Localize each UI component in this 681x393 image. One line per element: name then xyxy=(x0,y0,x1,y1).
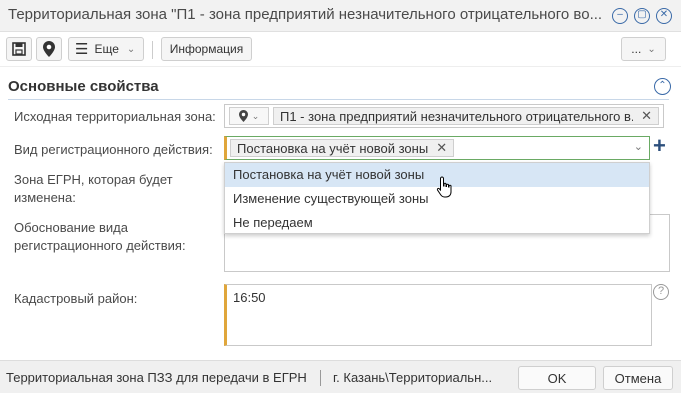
basis-label: Обоснование вида регистрационного действ… xyxy=(14,219,186,255)
window-title: Территориальная зона "П1 - зона предприя… xyxy=(8,6,603,23)
reg-action-value: Постановка на учёт новой зоны xyxy=(237,140,429,156)
chevron-down-icon[interactable]: ⌄ xyxy=(634,140,643,153)
title-bar: Территориальная зона "П1 - зона предприя… xyxy=(0,0,681,32)
cancel-button[interactable]: Отмена xyxy=(603,366,673,390)
save-button[interactable] xyxy=(6,37,32,61)
source-zone-field[interactable]: ⌄ П1 - зона предприятий незначительного … xyxy=(224,104,664,128)
cadastral-value: 16:50 xyxy=(233,290,266,305)
section-divider xyxy=(8,99,669,100)
close-icon[interactable]: ✕ xyxy=(656,8,672,24)
status-path-text: г. Казань\Территориальн... xyxy=(333,370,493,385)
map-pin-icon xyxy=(43,41,55,57)
map-location-button[interactable] xyxy=(36,37,62,61)
more-label: Еще xyxy=(94,42,119,56)
cadastral-label: Кадастровый район: xyxy=(14,291,138,306)
chevron-down-icon: ⌄ xyxy=(126,43,136,55)
basis-label-line1: Обоснование вида xyxy=(14,220,128,235)
add-icon[interactable]: + xyxy=(653,134,666,158)
egrn-zone-label: Зона ЕГРН, которая будет изменена: xyxy=(14,171,173,207)
reg-action-dropdown: Постановка на учёт новой зоны Изменение … xyxy=(224,162,650,234)
chevron-down-icon: ⌄ xyxy=(251,110,260,121)
save-icon xyxy=(12,42,26,56)
section-title: Основные свойства xyxy=(8,78,159,95)
reg-action-field[interactable]: Постановка на учёт новой зоны ✕ ⌄ xyxy=(224,136,650,160)
egrn-zone-label-line1: Зона ЕГРН, которая будет xyxy=(14,172,173,187)
collapse-icon[interactable]: ⌃ xyxy=(654,78,671,95)
reg-action-chip: Постановка на учёт новой зоны ✕ xyxy=(230,139,455,157)
status-left-text: Территориальная зона ПЗЗ для передачи в … xyxy=(6,370,307,385)
help-icon[interactable]: ? xyxy=(653,284,669,300)
remove-icon[interactable]: ✕ xyxy=(641,108,652,124)
source-zone-chip: П1 - зона предприятий незначительного от… xyxy=(273,107,659,125)
source-zone-label: Исходная территориальная зона: xyxy=(14,109,216,124)
hand-cursor-icon xyxy=(436,176,452,198)
hamburger-icon: ☰ xyxy=(75,41,89,58)
overflow-label: ... xyxy=(631,42,642,56)
toolbar: ☰ Еще ⌄ Информация ... ⌄ xyxy=(0,33,681,67)
dropdown-option[interactable]: Не передаем xyxy=(225,211,649,235)
info-button[interactable]: Информация xyxy=(161,37,252,61)
toolbar-divider xyxy=(152,41,153,59)
ok-label: OK xyxy=(547,370,567,386)
reg-action-label: Вид регистрационного действия: xyxy=(14,142,213,157)
status-divider xyxy=(320,370,321,386)
chevron-down-icon: ⌄ xyxy=(647,43,656,55)
basis-label-line2: регистрационного действия: xyxy=(14,238,186,253)
source-zone-picker-button[interactable]: ⌄ xyxy=(229,107,269,125)
overflow-menu-button[interactable]: ... ⌄ xyxy=(621,37,666,61)
remove-icon[interactable]: ✕ xyxy=(436,140,447,156)
map-pin-icon xyxy=(238,110,248,122)
more-menu-button[interactable]: ☰ Еще ⌄ xyxy=(68,37,144,61)
source-zone-value: П1 - зона предприятий незначительного от… xyxy=(280,108,634,124)
egrn-zone-label-line2: изменена: xyxy=(14,190,76,205)
cancel-label: Отмена xyxy=(614,370,662,386)
maximize-icon[interactable]: ▢ xyxy=(634,8,650,24)
info-label: Информация xyxy=(169,42,244,56)
minimize-icon[interactable]: – xyxy=(612,8,628,24)
ok-button[interactable]: OK xyxy=(518,366,596,390)
status-bar: Территориальная зона ПЗЗ для передачи в … xyxy=(0,360,681,393)
cadastral-field[interactable]: 16:50 xyxy=(224,284,652,346)
